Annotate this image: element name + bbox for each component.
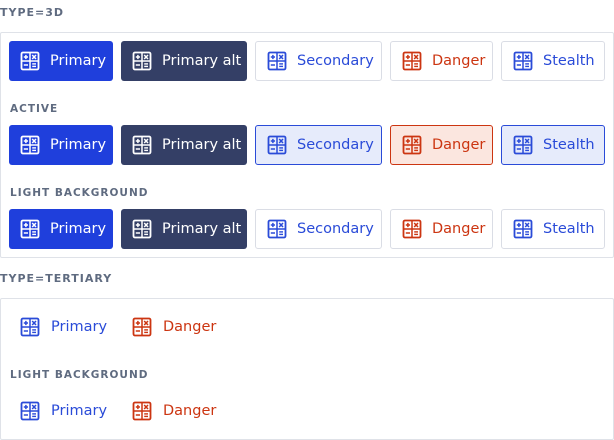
secondary-button[interactable]: Secondary <box>255 41 382 81</box>
stealth-button-active[interactable]: Stealth <box>501 125 605 165</box>
button-label: Primary alt <box>162 53 242 69</box>
calculator-icon <box>267 135 287 155</box>
tertiary-danger-button[interactable]: Danger <box>132 307 216 347</box>
danger-button-active[interactable]: Danger <box>390 125 493 165</box>
calculator-icon <box>267 51 287 71</box>
calculator-icon <box>132 51 152 71</box>
button-label: Primary <box>50 53 107 69</box>
calculator-icon <box>20 219 40 239</box>
calculator-icon <box>513 51 533 71</box>
calculator-icon <box>132 135 152 155</box>
button-label: Secondary <box>297 53 374 69</box>
calculator-icon <box>20 51 40 71</box>
calculator-icon <box>513 135 533 155</box>
primary-alt-button-active[interactable]: Primary alt <box>121 125 247 165</box>
calculator-icon <box>132 317 152 337</box>
panel-tertiary: Primary Danger LIGHT BACKGROUND Primary … <box>0 298 614 440</box>
stealth-button[interactable]: Stealth <box>501 41 605 81</box>
primary-button-active[interactable]: Primary <box>9 125 113 165</box>
section-title-type-tertiary: TYPE=TERTIARY <box>0 272 113 285</box>
calculator-icon <box>513 219 533 239</box>
calculator-icon <box>20 135 40 155</box>
calculator-icon <box>20 401 40 421</box>
button-label: Primary alt <box>162 221 242 237</box>
button-label: Primary <box>50 137 107 153</box>
light-background-label: LIGHT BACKGROUND <box>10 369 149 381</box>
calculator-icon <box>402 219 422 239</box>
primary-button-light[interactable]: Primary <box>9 209 113 249</box>
secondary-button-active[interactable]: Secondary <box>255 125 382 165</box>
danger-button[interactable]: Danger <box>390 41 493 81</box>
button-label: Primary alt <box>162 137 242 153</box>
danger-button-light[interactable]: Danger <box>390 209 493 249</box>
button-label: Danger <box>432 53 486 69</box>
primary-alt-button[interactable]: Primary alt <box>121 41 247 81</box>
calculator-icon <box>402 51 422 71</box>
calculator-icon <box>402 135 422 155</box>
button-label: Stealth <box>543 221 595 237</box>
button-label: Danger <box>163 319 217 335</box>
button-label: Primary <box>51 403 108 419</box>
calculator-icon <box>132 219 152 239</box>
stealth-button-light[interactable]: Stealth <box>501 209 605 249</box>
button-label: Primary <box>50 221 107 237</box>
tertiary-primary-button-light[interactable]: Primary <box>20 391 107 431</box>
primary-button[interactable]: Primary <box>9 41 113 81</box>
button-label: Stealth <box>543 53 595 69</box>
section-title-type-3d: TYPE=3D <box>0 6 65 19</box>
button-label: Danger <box>432 221 486 237</box>
light-background-label: LIGHT BACKGROUND <box>10 187 149 199</box>
primary-alt-button-light[interactable]: Primary alt <box>121 209 247 249</box>
button-label: Danger <box>163 403 217 419</box>
tertiary-primary-button[interactable]: Primary <box>20 307 107 347</box>
secondary-button-light[interactable]: Secondary <box>255 209 382 249</box>
button-label: Danger <box>432 137 486 153</box>
button-label: Secondary <box>297 221 374 237</box>
button-label: Secondary <box>297 137 374 153</box>
calculator-icon <box>132 401 152 421</box>
calculator-icon <box>267 219 287 239</box>
tertiary-danger-button-light[interactable]: Danger <box>132 391 216 431</box>
button-label: Stealth <box>543 137 595 153</box>
active-label: ACTIVE <box>10 103 59 115</box>
calculator-icon <box>20 317 40 337</box>
button-label: Primary <box>51 319 108 335</box>
panel-3d: Primary Primary alt Secondary Danger Ste… <box>0 32 614 258</box>
